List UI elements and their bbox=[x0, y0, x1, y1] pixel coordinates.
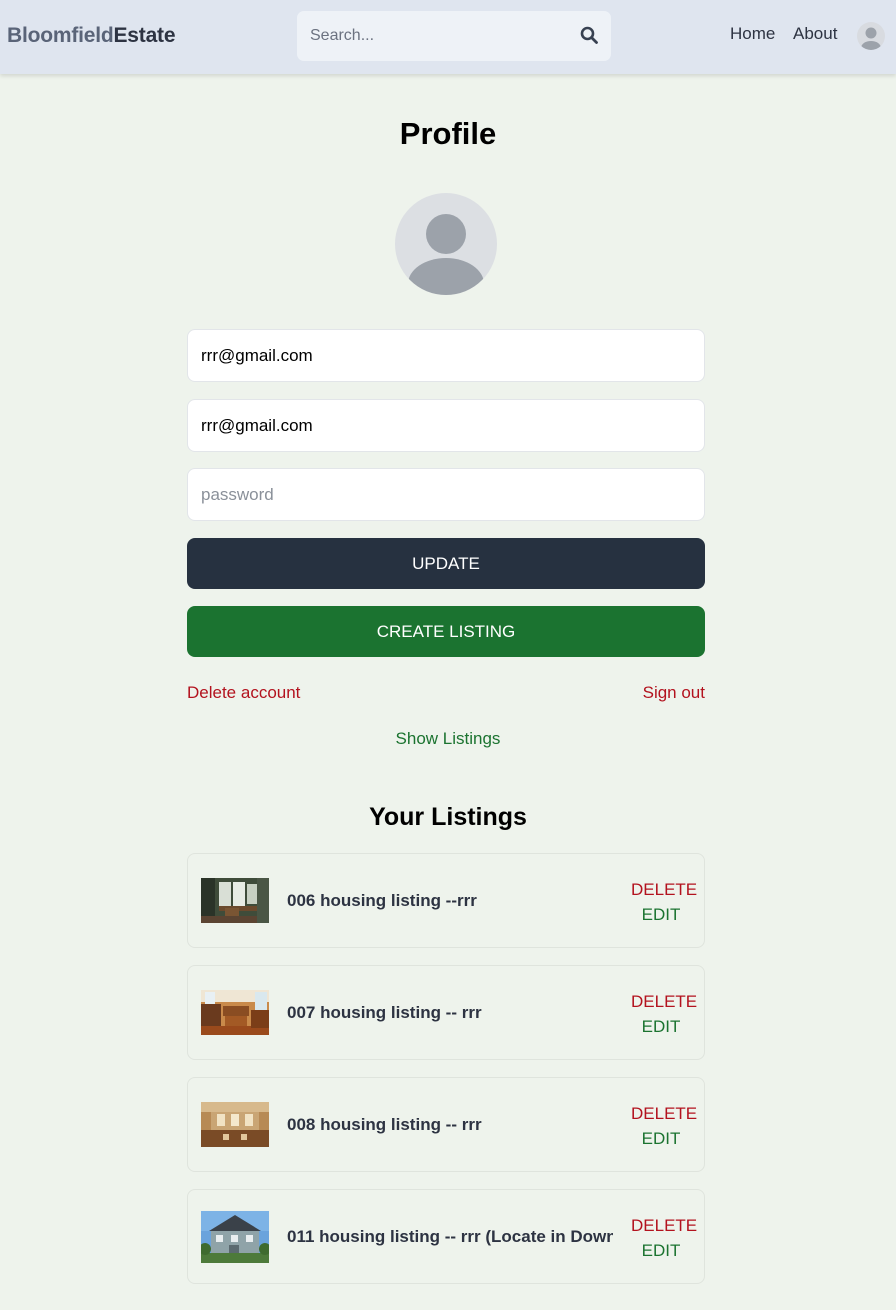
listing-edit-button[interactable]: EDIT bbox=[631, 1017, 691, 1037]
listing-title[interactable]: 006 housing listing --rrr bbox=[287, 891, 613, 911]
listing-delete-button[interactable]: DELETE bbox=[631, 992, 697, 1012]
update-button[interactable]: UPDATE bbox=[187, 538, 705, 589]
listing-edit-button[interactable]: EDIT bbox=[631, 1129, 691, 1149]
nav-home-link[interactable]: Home bbox=[730, 24, 775, 44]
listing-title[interactable]: 007 housing listing -- rrr bbox=[287, 1003, 613, 1023]
house-exterior-photo[interactable] bbox=[201, 1211, 269, 1263]
listing-title[interactable]: 011 housing listing -- rrr (Locate in Do… bbox=[287, 1227, 613, 1247]
kitchen-photo[interactable] bbox=[201, 990, 269, 1035]
profile-avatar-icon[interactable] bbox=[395, 193, 497, 295]
search-icon[interactable] bbox=[580, 26, 598, 44]
listing-edit-button[interactable]: EDIT bbox=[631, 1241, 691, 1261]
email-field[interactable] bbox=[187, 399, 705, 452]
search-input[interactable] bbox=[297, 11, 567, 61]
nav-about-link[interactable]: About bbox=[793, 24, 837, 44]
logo-part-bloomfield: Bloomfield bbox=[7, 24, 114, 47]
page-title: Profile bbox=[399, 116, 497, 151]
sign-out-link[interactable]: Sign out bbox=[643, 683, 705, 703]
listing-delete-button[interactable]: DELETE bbox=[631, 880, 697, 900]
logo-part-estate: Estate bbox=[113, 24, 176, 47]
search-box bbox=[297, 11, 611, 61]
listing-title[interactable]: 008 housing listing -- rrr bbox=[287, 1115, 613, 1135]
password-field[interactable] bbox=[187, 468, 705, 521]
listing-delete-button[interactable]: DELETE bbox=[631, 1216, 697, 1236]
username-field[interactable] bbox=[187, 329, 705, 382]
listing-card: 008 housing listing -- rrr DELETE EDIT bbox=[187, 1077, 705, 1172]
show-listings-link: Show Listings bbox=[0, 729, 896, 749]
listing-card: 006 housing listing --rrr DELETE EDIT bbox=[187, 853, 705, 948]
listings-heading: Your Listings bbox=[369, 803, 527, 831]
interior-room-photo[interactable] bbox=[201, 878, 269, 923]
show-listings-label[interactable]: Show Listings bbox=[396, 729, 501, 748]
user-avatar-icon[interactable] bbox=[857, 22, 885, 50]
listing-card: 011 housing listing -- rrr (Locate in Do… bbox=[187, 1189, 705, 1284]
site-logo[interactable]: BloomfieldEstate bbox=[7, 24, 176, 48]
listing-card: 007 housing listing -- rrr DELETE EDIT bbox=[187, 965, 705, 1060]
listing-delete-button[interactable]: DELETE bbox=[631, 1104, 697, 1124]
create-listing-button[interactable]: CREATE LISTING bbox=[187, 606, 705, 657]
delete-account-link[interactable]: Delete account bbox=[187, 683, 300, 703]
listing-edit-button[interactable]: EDIT bbox=[631, 905, 691, 925]
empty-room-photo[interactable] bbox=[201, 1102, 269, 1147]
top-navbar: BloomfieldEstate Home About bbox=[0, 0, 896, 74]
